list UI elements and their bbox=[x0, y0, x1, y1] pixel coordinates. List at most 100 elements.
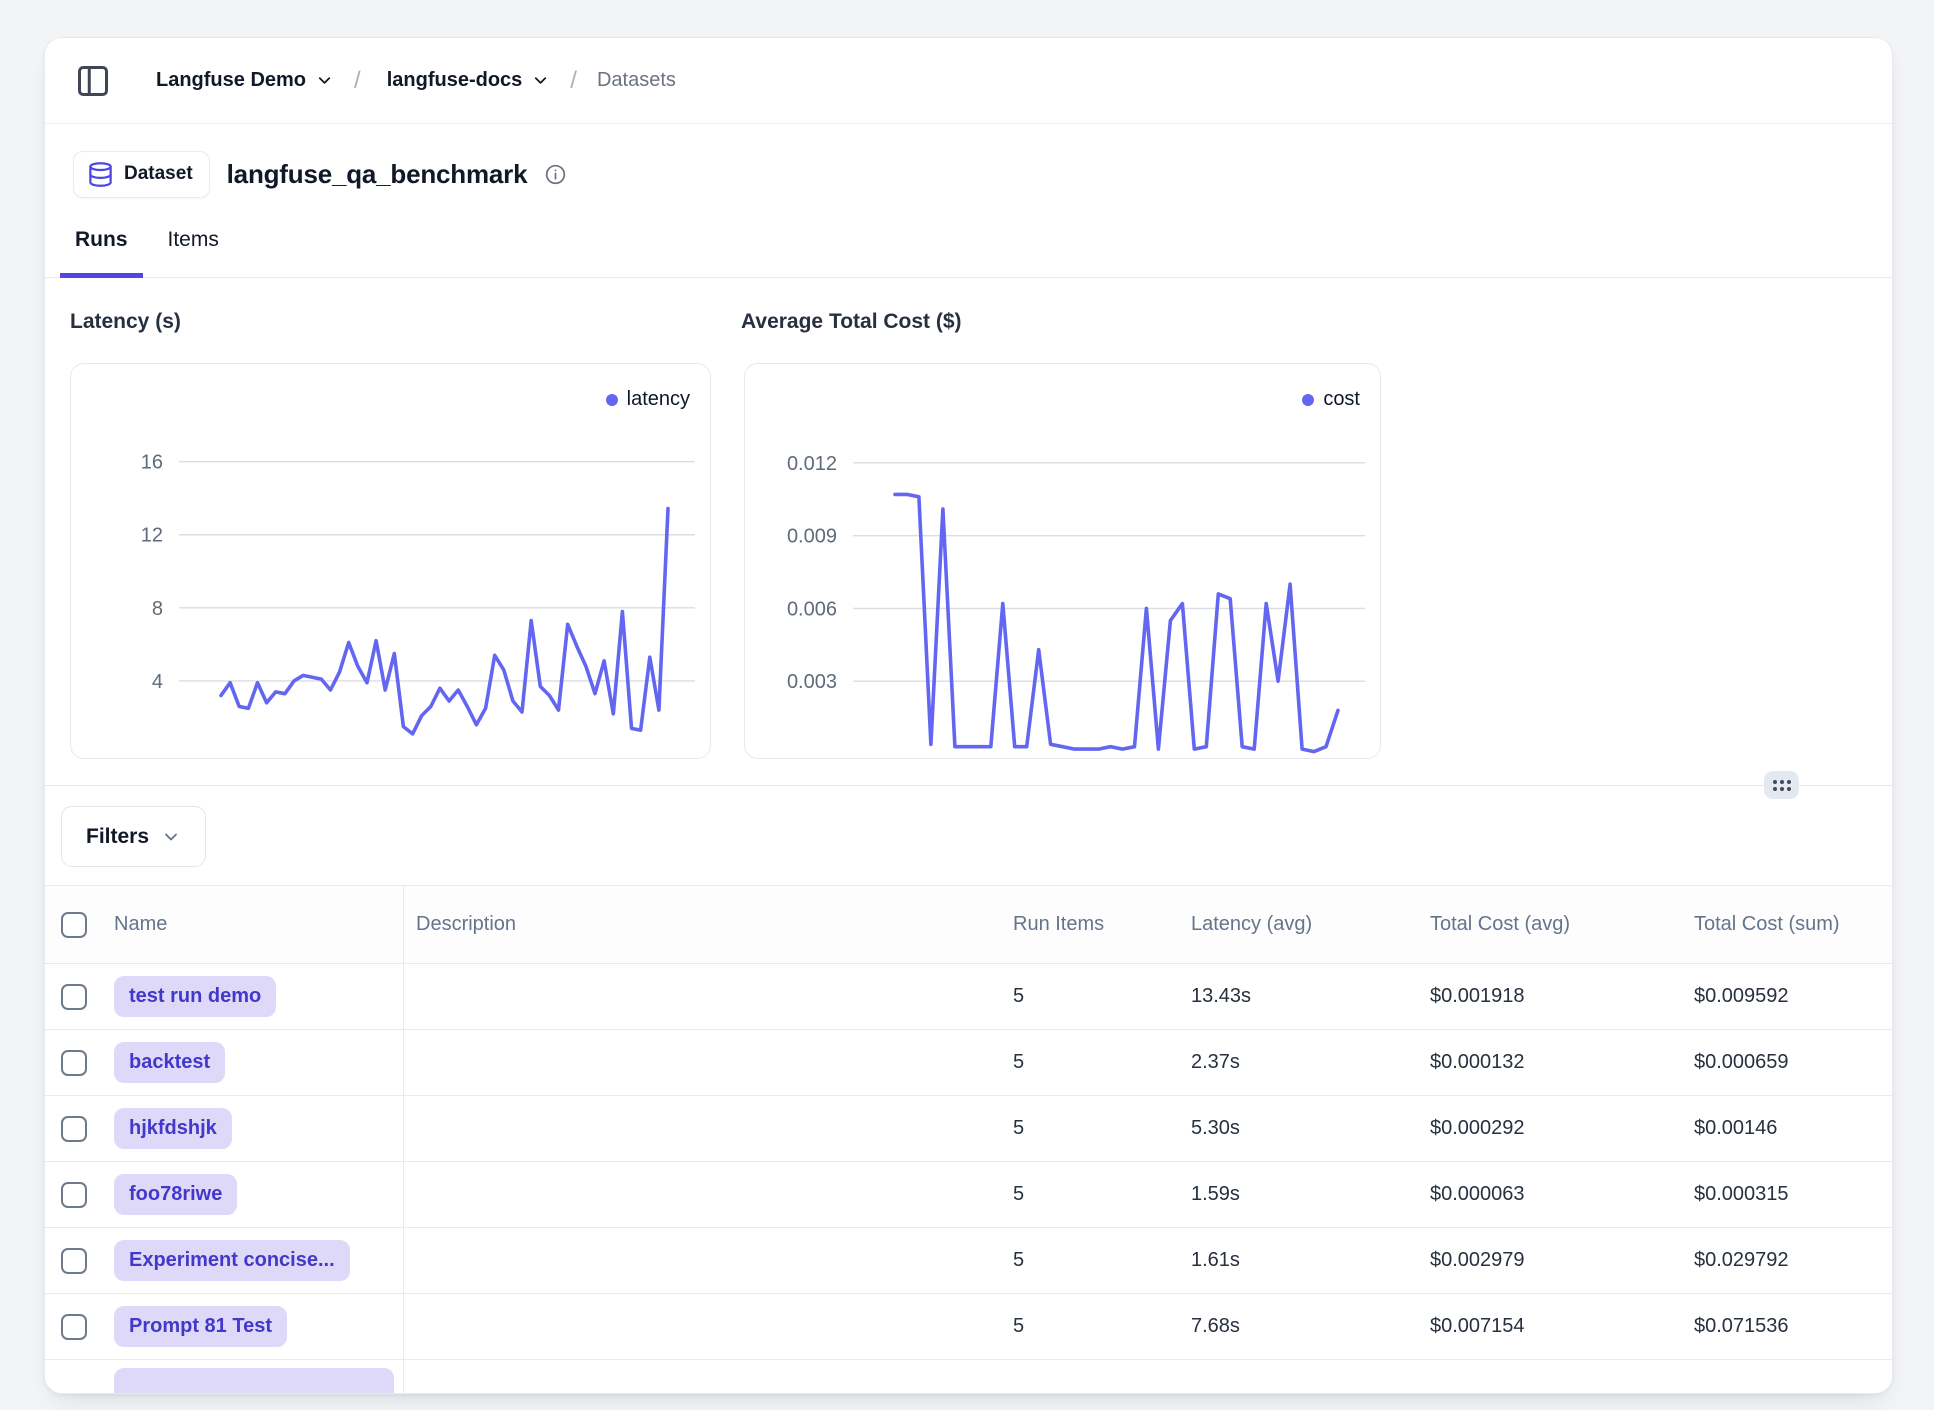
breadcrumb-org[interactable]: Langfuse Demo bbox=[131, 69, 334, 92]
total-cost-sum-cell: $0.071536 bbox=[1694, 1315, 1892, 1338]
main-panel: Langfuse Demo / langfuse-docs / Datasets… bbox=[44, 37, 1893, 1394]
breadcrumb-separator: / bbox=[570, 67, 577, 95]
column-header-run-items[interactable]: Run Items bbox=[1013, 913, 1191, 936]
run-items-cell: 5 bbox=[1013, 1315, 1191, 1338]
page-header: Dataset langfuse_qa_benchmark bbox=[73, 142, 567, 206]
filters-label: Filters bbox=[86, 825, 149, 849]
database-icon bbox=[87, 161, 114, 188]
cost-chart-svg: 0.0120.0090.0060.003 bbox=[745, 364, 1380, 758]
column-header-latency-avg[interactable]: Latency (avg) bbox=[1191, 913, 1430, 936]
table-row[interactable]: foo78riwe51.59s$0.000063$0.000315 bbox=[45, 1162, 1892, 1228]
total-cost-avg-cell: $0.002979 bbox=[1430, 1249, 1694, 1272]
checkbox-cell bbox=[45, 1314, 98, 1340]
table-row[interactable]: backtest52.37s$0.000132$0.000659 bbox=[45, 1030, 1892, 1096]
name-cell: test run demo bbox=[98, 964, 404, 1029]
name-cell: backtest bbox=[98, 1030, 404, 1095]
column-header-total-cost-sum[interactable]: Total Cost (sum) bbox=[1694, 913, 1892, 936]
tab-bar: Runs Items bbox=[45, 222, 1892, 278]
column-header-total-cost-avg[interactable]: Total Cost (avg) bbox=[1430, 913, 1694, 936]
chevron-down-icon bbox=[161, 827, 181, 847]
latency-chart-card: 161284 latency bbox=[70, 363, 711, 759]
name-cell: Experiment concise... bbox=[98, 1228, 404, 1293]
run-name-pill[interactable]: test run demo bbox=[114, 976, 276, 1017]
row-checkbox[interactable] bbox=[61, 984, 87, 1010]
dataset-badge: Dataset bbox=[73, 151, 210, 198]
sidebar-toggle-icon[interactable] bbox=[75, 63, 111, 99]
chart-line bbox=[221, 509, 668, 734]
latency-avg-cell: 13.43s bbox=[1191, 985, 1430, 1008]
legend-label: cost bbox=[1323, 388, 1360, 411]
cost-chart-title: Average Total Cost ($) bbox=[741, 310, 962, 334]
tab-runs[interactable]: Runs bbox=[60, 222, 143, 278]
info-icon[interactable] bbox=[544, 163, 567, 186]
run-name-pill[interactable]: hjkfdshjk bbox=[114, 1108, 232, 1149]
latency-avg-cell: 2.37s bbox=[1191, 1051, 1430, 1074]
table-body: test run demo513.43s$0.001918$0.009592ba… bbox=[45, 964, 1892, 1394]
row-checkbox[interactable] bbox=[61, 1182, 87, 1208]
total-cost-avg-cell: $0.007154 bbox=[1430, 1315, 1694, 1338]
org-name: Langfuse Demo bbox=[156, 69, 306, 92]
latency-avg-cell: 7.68s bbox=[1191, 1315, 1430, 1338]
table-row[interactable]: hjkfdshjk55.30s$0.000292$0.00146 bbox=[45, 1096, 1892, 1162]
run-name-pill[interactable]: Prompt 81 Test bbox=[114, 1306, 287, 1347]
table-header-row: Name Description Run Items Latency (avg)… bbox=[45, 885, 1892, 964]
y-axis-tick-label: 0.006 bbox=[787, 598, 837, 620]
total-cost-avg-cell: $0.000132 bbox=[1430, 1051, 1694, 1074]
breadcrumb-section[interactable]: Datasets bbox=[597, 69, 676, 92]
total-cost-sum-cell: $0.029792 bbox=[1694, 1249, 1892, 1272]
row-checkbox[interactable] bbox=[61, 1116, 87, 1142]
run-name-pill[interactable]: Experiment concise... bbox=[114, 1240, 350, 1281]
run-items-cell: 5 bbox=[1013, 1117, 1191, 1140]
column-header-name[interactable]: Name bbox=[98, 886, 404, 963]
chevron-down-icon bbox=[315, 71, 334, 90]
latency-chart-title: Latency (s) bbox=[70, 310, 181, 334]
table-row[interactable]: test run demo513.43s$0.001918$0.009592 bbox=[45, 964, 1892, 1030]
filters-button[interactable]: Filters bbox=[61, 806, 206, 867]
chevron-down-icon bbox=[531, 71, 550, 90]
y-axis-tick-label: 16 bbox=[141, 452, 163, 474]
charts-section: Latency (s) Average Total Cost ($) 16128… bbox=[45, 278, 1892, 785]
section-divider bbox=[45, 785, 1892, 786]
column-header-description[interactable]: Description bbox=[404, 913, 1013, 936]
grip-dots-icon bbox=[1773, 780, 1791, 791]
breadcrumb-project[interactable]: langfuse-docs bbox=[381, 69, 551, 92]
total-cost-sum-cell: $0.000315 bbox=[1694, 1183, 1892, 1206]
breadcrumb: Langfuse Demo / langfuse-docs / Datasets bbox=[45, 38, 1892, 124]
runs-table: Name Description Run Items Latency (avg)… bbox=[45, 885, 1892, 1393]
latency-avg-cell: 1.61s bbox=[1191, 1249, 1430, 1272]
select-all-checkbox[interactable] bbox=[61, 912, 87, 938]
checkbox-cell bbox=[45, 1116, 98, 1142]
chart-line bbox=[895, 494, 1338, 751]
checkbox-cell bbox=[45, 1182, 98, 1208]
y-axis-tick-label: 8 bbox=[152, 598, 163, 620]
row-checkbox[interactable] bbox=[61, 1248, 87, 1274]
dataset-badge-label: Dataset bbox=[124, 163, 193, 185]
run-items-cell: 5 bbox=[1013, 1249, 1191, 1272]
run-name-pill[interactable]: backtest bbox=[114, 1042, 225, 1083]
legend-dot-icon bbox=[606, 394, 618, 406]
project-name: langfuse-docs bbox=[387, 69, 523, 92]
table-row[interactable]: Experiment concise... 51.61s$0.002979$0.0… bbox=[45, 1228, 1892, 1294]
table-row-partial[interactable] bbox=[45, 1360, 1892, 1394]
resize-drag-handle[interactable] bbox=[1764, 771, 1799, 799]
row-checkbox[interactable] bbox=[61, 1314, 87, 1340]
run-items-cell: 5 bbox=[1013, 985, 1191, 1008]
run-name-pill[interactable]: foo78riwe bbox=[114, 1174, 237, 1215]
latency-avg-cell: 5.30s bbox=[1191, 1117, 1430, 1140]
legend-dot-icon bbox=[1302, 394, 1314, 406]
row-checkbox[interactable] bbox=[61, 1050, 87, 1076]
y-axis-tick-label: 0.012 bbox=[787, 453, 837, 475]
total-cost-sum-cell: $0.000659 bbox=[1694, 1051, 1892, 1074]
name-cell: Prompt 81 Test bbox=[98, 1294, 404, 1359]
name-cell bbox=[98, 1360, 404, 1394]
latency-legend: latency bbox=[606, 388, 690, 411]
checkbox-cell bbox=[45, 984, 98, 1010]
total-cost-sum-cell: $0.009592 bbox=[1694, 985, 1892, 1008]
y-axis-tick-label: 0.003 bbox=[787, 671, 837, 693]
table-row[interactable]: Prompt 81 Test 57.68s$0.007154$0.071536 bbox=[45, 1294, 1892, 1360]
y-axis-tick-label: 4 bbox=[152, 671, 163, 693]
tab-items[interactable]: Items bbox=[153, 222, 234, 278]
cost-chart-card: 0.0120.0090.0060.003 cost bbox=[744, 363, 1381, 759]
cost-legend: cost bbox=[1302, 388, 1360, 411]
run-name-pill[interactable] bbox=[114, 1368, 394, 1394]
